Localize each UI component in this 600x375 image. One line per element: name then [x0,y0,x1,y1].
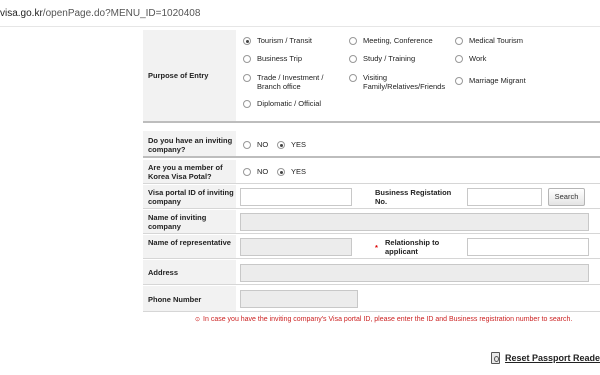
purpose-option-study[interactable]: Study / Training [349,54,415,63]
purpose-option-diplomatic[interactable]: Diplomatic / Official [243,99,321,108]
search-button[interactable]: Search [548,188,585,206]
browser-address-bar[interactable]: visa.go.kr/openPage.do?MENU_ID=1020408 [0,0,600,27]
portal-id-label: Visa portal ID of inviting company [148,188,234,206]
company-name-row: Name of inviting company [143,210,600,234]
purpose-option-trade[interactable]: Trade / Investment / Branch office [243,73,347,91]
purpose-option-label: Diplomatic / Official [257,99,322,108]
address-label: Address [148,268,179,277]
url-path: /openPage.do?MENU_ID=1020408 [42,8,201,19]
purpose-option-business-trip[interactable]: Business Trip [243,54,302,63]
address-row: Address [143,260,600,285]
url-domain: visa.go.kr [0,8,43,19]
radio-unselected-icon [455,77,463,85]
phone-row: Phone Number [143,286,600,312]
purpose-option-meeting[interactable]: Meeting, Conference [349,36,433,45]
purpose-option-medical[interactable]: Medical Tourism [455,36,523,45]
phone-label: Phone Number [148,295,202,304]
phone-input[interactable] [240,290,358,308]
representative-row: Name of representative * Relationship to… [143,235,600,259]
member-label: Are you a member of Korea Visa Potal? [148,163,223,181]
portal-member-row: Are you a member of Korea Visa Potal? NO… [143,160,600,184]
required-mark: * [375,243,378,252]
passport-icon [491,352,500,364]
purpose-option-label: Meeting, Conference [363,36,433,45]
radio-unselected-icon [349,74,357,82]
inviting-yes-label: YES [291,140,307,149]
inviting-no-label: NO [257,140,269,149]
url-text[interactable]: visa.go.kr/openPage.do?MENU_ID=1020408 [0,8,200,19]
portal-id-row: Visa portal ID of inviting company Busin… [143,185,600,209]
purpose-option-label: Business Trip [257,54,303,63]
portal-id-input[interactable] [240,188,352,206]
representative-input[interactable] [240,238,352,256]
inviting-no-radio[interactable]: NO [243,140,268,149]
purpose-option-label: Visiting Family/Relatives/Friends [363,73,446,91]
relationship-input[interactable] [467,238,589,256]
portal-id-label-cell: Visa portal ID of inviting company [143,185,236,208]
inviting-label: Do you have an inviting company? [148,136,233,154]
radio-unselected-icon [455,37,463,45]
member-no-radio[interactable]: NO [243,167,268,176]
address-input[interactable] [240,264,589,282]
purpose-option-label: Medical Tourism [469,36,524,45]
purpose-option-marriage[interactable]: Marriage Migrant [455,76,526,85]
radio-selected-icon [277,168,285,176]
purpose-option-work[interactable]: Work [455,54,486,63]
member-no-label: NO [257,167,269,176]
inviting-label-cell: Do you have an inviting company? [143,131,236,156]
inviting-yes-radio[interactable]: YES [277,140,306,149]
radio-selected-icon [277,141,285,149]
reset-passport-reader-button[interactable]: Reset Passport Reader [491,352,600,364]
purpose-option-label: Marriage Migrant [469,76,526,85]
purpose-option-label: Tourism / Transit [257,36,313,45]
radio-unselected-icon [243,168,251,176]
reset-passport-reader-label: Reset Passport Reader [505,353,600,363]
member-yes-label: YES [291,167,307,176]
representative-label-cell: Name of representative [143,235,236,258]
company-name-input[interactable] [240,213,589,231]
radio-unselected-icon [455,55,463,63]
business-reg-input[interactable] [467,188,542,206]
company-name-label-cell: Name of inviting company [143,210,236,233]
relationship-label: Relationship to applicant [385,238,440,256]
purpose-option-label: Work [469,54,487,63]
member-yes-radio[interactable]: YES [277,167,306,176]
notice-bullet-icon: ⊙ [195,317,201,323]
radio-unselected-icon [243,74,251,82]
radio-unselected-icon [349,55,357,63]
radio-unselected-icon [243,100,251,108]
inviting-company-row: Do you have an inviting company? NO YES [143,131,600,158]
purpose-option-visiting[interactable]: Visiting Family/Relatives/Friends [349,73,453,91]
representative-label: Name of representative [148,238,231,247]
radio-unselected-icon [243,141,251,149]
radio-selected-icon [243,37,251,45]
purpose-option-label: Trade / Investment / Branch office [257,73,324,91]
purpose-label: Purpose of Entry [148,71,209,80]
purpose-option-tourism[interactable]: Tourism / Transit [243,36,312,45]
address-label-cell: Address [143,260,236,284]
notice-text: In case you have the inviting company's … [203,316,573,323]
radio-unselected-icon [243,55,251,63]
purpose-label-cell: Purpose of Entry [143,30,236,121]
search-notice: ⊙ In case you have the inviting company's… [195,316,572,323]
purpose-of-entry-row: Purpose of Entry Tourism / Transit Meeti… [143,30,600,123]
phone-label-cell: Phone Number [143,286,236,311]
company-name-label: Name of inviting company [148,213,207,231]
radio-unselected-icon [349,37,357,45]
purpose-option-label: Study / Training [363,54,416,63]
member-label-cell: Are you a member of Korea Visa Potal? [143,160,236,183]
business-reg-label: Business Registation No. [375,188,452,206]
